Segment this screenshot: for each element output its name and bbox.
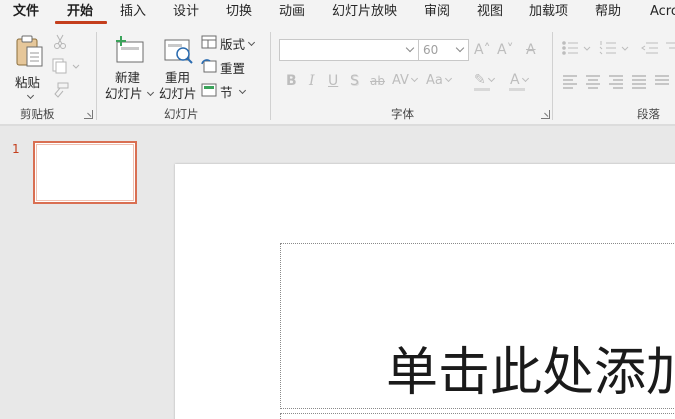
section-icon — [201, 83, 217, 97]
copy-icon — [52, 58, 80, 74]
highlighter-icon: ✎ — [474, 72, 486, 88]
layout-label: 版式 — [220, 37, 246, 52]
format-painter-icon — [54, 82, 69, 98]
font-color-swatch — [509, 88, 525, 91]
text-shadow-icon[interactable]: S — [350, 73, 359, 89]
ribbon-tabs: 文件 开始 插入 设计 切换 动画 幻灯片放映 审阅 视图 加载项 帮助 Acr… — [0, 0, 675, 26]
bold-icon[interactable]: B — [286, 73, 297, 89]
cut-button[interactable] — [53, 34, 69, 52]
change-case-label: Aa — [426, 73, 443, 88]
increase-indent-icon[interactable] — [666, 42, 675, 49]
tab-file[interactable]: 文件 — [13, 4, 39, 20]
strikethrough-icon[interactable]: ab — [370, 73, 385, 89]
character-spacing-icon[interactable]: AV — [392, 73, 419, 89]
chevron-down-icon — [247, 38, 256, 47]
reset-icon — [201, 59, 217, 73]
alignment-buttons — [563, 75, 669, 89]
paragraph-group-label: 段落 — [637, 107, 660, 121]
chevron-down-icon — [238, 86, 247, 95]
tab-design[interactable]: 设计 — [173, 4, 199, 20]
reuse-slides-button[interactable]: 重用 幻灯片 — [158, 32, 198, 101]
new-slide-button[interactable]: 新建 幻灯片 — [104, 32, 155, 101]
reuse-slides-icon — [164, 39, 193, 64]
clipboard-group-label: 剪贴板 — [20, 107, 55, 121]
format-painter-button[interactable] — [52, 82, 70, 100]
chevron-down-icon — [487, 74, 495, 83]
divider — [270, 32, 271, 120]
character-spacing-label: AV — [392, 73, 409, 88]
font-launcher-icon[interactable] — [541, 110, 550, 119]
tab-insert[interactable]: 插入 — [120, 4, 146, 20]
ribbon: 粘贴 剪贴板 新建 幻灯片 重用 幻灯片 版式 重置 节 幻灯片 60 A˄ A… — [0, 26, 675, 124]
distributed-icon[interactable] — [655, 75, 669, 85]
font-color-letter: A — [510, 72, 520, 88]
clipboard-icon — [16, 35, 43, 67]
clipboard-launcher-icon[interactable] — [84, 110, 93, 119]
subtitle-placeholder[interactable] — [280, 413, 675, 419]
divider — [552, 32, 553, 120]
change-case-icon[interactable]: Aa — [426, 73, 452, 89]
paste-label: 粘贴 — [15, 75, 41, 90]
slide-number: 1 — [12, 142, 20, 156]
justify-icon[interactable] — [632, 75, 646, 89]
chevron-down-icon — [521, 74, 529, 83]
numbering-icon[interactable] — [599, 41, 629, 55]
tab-home[interactable]: 开始 — [67, 4, 93, 20]
chevron-down-icon — [410, 74, 419, 83]
increase-font-size-icon[interactable]: A˄ — [474, 42, 491, 58]
title-placeholder-text: 单击此处添加 — [386, 343, 675, 403]
slides-group-label: 幻灯片 — [164, 107, 199, 121]
layout-button[interactable]: 版式 — [201, 34, 259, 52]
italic-icon[interactable]: I — [309, 73, 315, 89]
chevron-down-icon — [444, 74, 452, 83]
tab-animations[interactable]: 动画 — [279, 4, 305, 20]
decrease-indent-icon[interactable] — [641, 42, 658, 54]
reset-button[interactable]: 重置 — [201, 58, 259, 76]
section-label: 节 — [220, 85, 233, 100]
copy-button[interactable] — [52, 58, 82, 76]
highlight-swatch — [474, 88, 490, 91]
tab-transitions[interactable]: 切换 — [226, 4, 252, 20]
font-size-select[interactable]: 60 — [418, 39, 469, 61]
tab-help[interactable]: 帮助 — [595, 4, 621, 20]
clear-formatting-icon[interactable]: A — [526, 42, 536, 58]
chevron-down-icon — [146, 88, 155, 97]
chevron-down-icon — [455, 43, 465, 53]
highlight-color-icon[interactable]: ✎ — [474, 72, 495, 88]
new-slide-icon — [116, 36, 144, 63]
tab-review[interactable]: 审阅 — [424, 4, 450, 20]
tab-view[interactable]: 视图 — [477, 4, 503, 20]
section-button[interactable]: 节 — [201, 82, 259, 100]
align-left-icon[interactable] — [563, 75, 577, 89]
reuse-slides-label-2: 幻灯片 — [159, 86, 197, 101]
paste-button[interactable]: 粘贴 — [10, 32, 46, 100]
font-size-value: 60 — [423, 43, 439, 57]
align-right-icon[interactable] — [609, 75, 623, 89]
list-buttons — [562, 41, 675, 55]
new-slide-label-2: 幻灯片 — [105, 86, 143, 101]
font-name-select[interactable] — [279, 39, 419, 61]
bullets-icon[interactable] — [562, 41, 591, 55]
align-center-icon[interactable] — [586, 75, 600, 89]
chevron-down-icon — [405, 43, 415, 53]
decrease-font-size-icon[interactable]: A˅ — [497, 42, 514, 58]
chevron-down-icon — [26, 91, 35, 100]
reset-label: 重置 — [220, 61, 246, 76]
tab-slideshow[interactable]: 幻灯片放映 — [332, 4, 397, 20]
slide-thumbnail[interactable] — [33, 141, 137, 204]
divider — [96, 32, 97, 120]
active-tab-indicator — [55, 21, 107, 24]
layout-icon — [201, 35, 217, 49]
font-group-label: 字体 — [391, 107, 414, 121]
scissors-icon — [54, 34, 66, 49]
tab-acrobat[interactable]: Acro — [650, 4, 675, 20]
tab-addins[interactable]: 加载项 — [529, 4, 568, 20]
underline-icon[interactable]: U — [328, 73, 338, 89]
font-color-icon[interactable]: A — [510, 72, 529, 88]
